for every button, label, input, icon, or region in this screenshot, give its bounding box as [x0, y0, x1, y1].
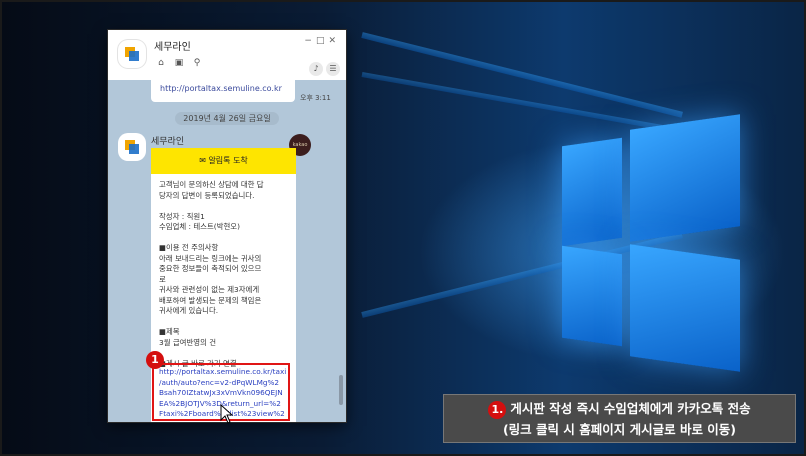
header-actions: ♪ ☰	[306, 56, 340, 76]
windows-logo-pane	[562, 137, 622, 247]
alimtalk-body: 고객님이 문의하신 상담에 대한 답 당자의 답변이 등록되었습니다. 작성자 …	[159, 180, 264, 368]
date-separator: 2019년 4월 26일 금요일	[108, 112, 346, 125]
windows-logo-pane	[630, 114, 740, 242]
scrollbar[interactable]	[339, 375, 343, 405]
caption-line-1: 1. 게시판 작성 즉시 수임업체에게 카카오톡 전송	[444, 398, 795, 419]
sender-avatar[interactable]	[118, 133, 146, 161]
bell-icon[interactable]: ♪	[309, 62, 323, 76]
date-separator-label: 2019년 4월 26일 금요일	[175, 112, 279, 125]
sender-name: 세무라인	[151, 137, 185, 147]
chat-title: 세무라인	[154, 42, 191, 53]
previous-message-link[interactable]: http://portaltax.semuline.co.kr	[160, 84, 282, 93]
chat-header: 세무라인 ⌂ ▣ ⚲ −□✕ ♪ ☰	[108, 30, 346, 80]
caption-line-1-text: 게시판 작성 즉시 수임업체에게 카카오톡 전송	[510, 401, 751, 416]
minimize-button[interactable]: −	[304, 36, 316, 46]
channel-avatar[interactable]	[118, 40, 146, 68]
alimtalk-header: ✉ 알림톡 도착	[151, 148, 296, 174]
windows-logo-pane	[562, 245, 622, 347]
mouse-cursor-icon	[220, 404, 234, 424]
previous-message-time: 오후 3:11	[300, 94, 331, 102]
caption-line-2: (링크 클릭 시 홈페이지 게시글로 바로 이동)	[502, 422, 737, 437]
close-button[interactable]: ✕	[328, 36, 340, 46]
chat-nav: ⌂ ▣ ⚲	[154, 58, 208, 68]
windows-logo-pane	[630, 244, 740, 372]
archive-icon[interactable]: ▣	[172, 58, 186, 68]
home-icon[interactable]: ⌂	[154, 58, 168, 68]
annotation-number-badge: 1	[146, 351, 164, 369]
caption-box: 1. 게시판 작성 즉시 수임업체에게 카카오톡 전송 (링크 클릭 시 홈페이지…	[443, 394, 796, 443]
maximize-button[interactable]: □	[316, 36, 329, 46]
menu-icon[interactable]: ☰	[326, 62, 340, 76]
caption-number-badge: 1.	[488, 400, 507, 419]
window-controls: −□✕	[304, 36, 340, 46]
search-icon[interactable]: ⚲	[190, 58, 204, 68]
